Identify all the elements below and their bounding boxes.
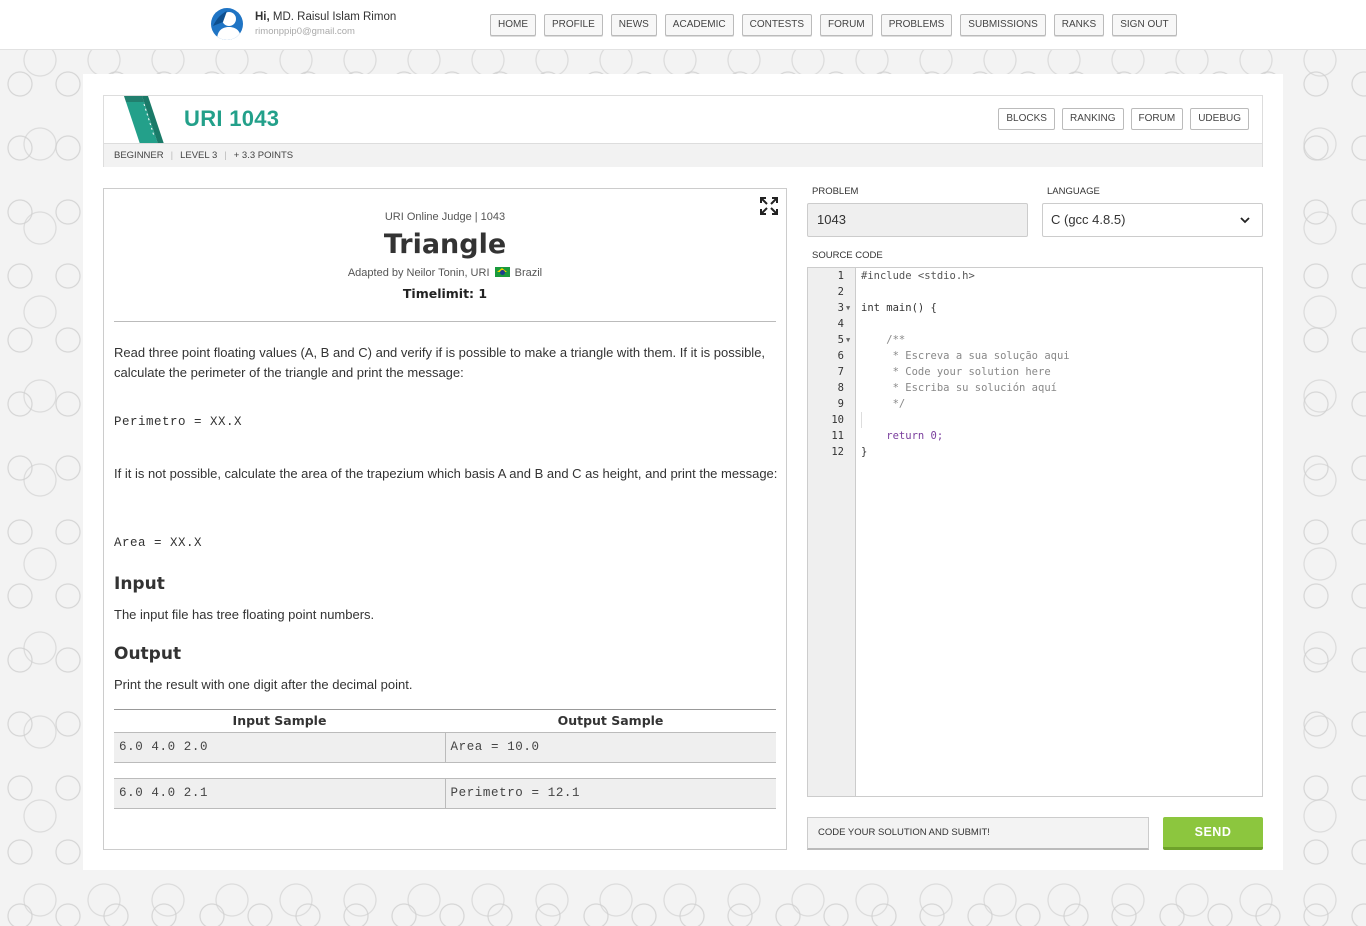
- nav-home[interactable]: HOME: [490, 14, 536, 36]
- output-format-area: Area = XX.X: [114, 536, 203, 550]
- sample-output: Area = 10.0: [444, 733, 777, 762]
- input-text: The input file has tree floating point n…: [114, 607, 375, 622]
- language-label: LANGUAGE: [1047, 186, 1100, 197]
- meta-separator: |: [170, 150, 174, 161]
- problem-code: URI 1043: [184, 106, 280, 131]
- code-line: /**: [861, 334, 906, 346]
- code-line: #include <stdio.h>: [861, 270, 975, 282]
- user-email: rimonppip0@gmail.com: [255, 26, 355, 37]
- code-line: * Code your solution here: [861, 366, 1051, 378]
- send-button[interactable]: SEND: [1163, 817, 1263, 850]
- category-label: BEGINNER: [114, 150, 164, 161]
- country-name: Brazil: [514, 267, 543, 279]
- code-line: }: [861, 446, 868, 458]
- nav-submissions[interactable]: SUBMISSIONS: [960, 14, 1046, 36]
- ranking-button[interactable]: RANKING: [1061, 108, 1124, 130]
- divider: [114, 321, 776, 322]
- problem-title: Triangle: [383, 229, 507, 260]
- code-line: * Escreva a sua solução aqui: [861, 350, 1070, 362]
- line-number: 4: [837, 318, 844, 330]
- output-sample-header: Output Sample: [557, 713, 664, 728]
- meta-separator: |: [224, 150, 227, 161]
- main-nav: HOME PROFILE NEWS ACADEMIC CONTESTS FORU…: [490, 14, 1177, 36]
- output-text: Print the result with one digit after th…: [114, 677, 413, 692]
- forum-button[interactable]: FORUM: [1130, 108, 1184, 130]
- nav-news[interactable]: NEWS: [610, 14, 657, 36]
- language-value: C (gcc 4.8.5): [1051, 212, 1126, 227]
- adapted-by: Adapted by Neilor Tonin, URI Brazil: [104, 267, 786, 279]
- blocks-button[interactable]: BLOCKS: [998, 108, 1055, 130]
- sample-input: 6.0 4.0 2.0: [119, 740, 209, 754]
- nav-sign-out[interactable]: SIGN OUT: [1112, 14, 1177, 36]
- udebug-button[interactable]: UDEBUG: [1190, 108, 1249, 130]
- output-heading: Output: [114, 644, 182, 664]
- user-silhouette-icon: [213, 11, 241, 40]
- user-greeting: Hi, MD. Raisul Islam Rimon: [255, 11, 396, 23]
- input-heading: Input: [114, 574, 165, 594]
- main-container: URI 1043 BLOCKS RANKING FORUM UDEBUG BEG…: [83, 74, 1283, 870]
- user-avatar[interactable]: [211, 8, 243, 40]
- line-number-gutter: 1 2 3 ▼ 4 5 ▼ 6 7 8 9 10 11 12: [808, 268, 856, 796]
- samples-table: Input Sample Output Sample 6.0 4.0 2.0 A…: [114, 709, 776, 809]
- greeting-prefix: Hi,: [255, 11, 270, 23]
- output-format-perimeter: Perimetro = XX.X: [114, 415, 243, 429]
- problem-label: PROBLEM: [812, 186, 859, 197]
- level-one-logo-icon: [124, 96, 174, 144]
- code-line: * Escriba su solución aquí: [861, 382, 1057, 394]
- line-number: 8: [837, 382, 844, 394]
- user-name: MD. Raisul Islam Rimon: [272, 11, 397, 23]
- nav-forum[interactable]: FORUM: [820, 14, 873, 36]
- nav-ranks[interactable]: RANKS: [1053, 14, 1105, 36]
- chevron-down-icon: [1240, 217, 1250, 224]
- fold-arrow-icon[interactable]: ▼: [846, 332, 850, 348]
- code-line: return 0;: [861, 430, 944, 442]
- line-number: 11: [831, 430, 844, 442]
- problem-meta-bar: BEGINNER | LEVEL 3 | + 3.3 POINTS: [104, 143, 1262, 167]
- nav-problems[interactable]: PROBLEMS: [880, 14, 953, 36]
- header-actions: BLOCKS RANKING FORUM UDEBUG: [998, 108, 1249, 130]
- nav-profile[interactable]: PROFILE: [544, 14, 603, 36]
- line-number: 1: [837, 270, 844, 282]
- line-number: 5: [837, 334, 844, 346]
- sample-input: 6.0 4.0 2.1: [119, 786, 209, 800]
- code-line: int main() {: [861, 302, 937, 314]
- problem-description-panel: URI Online Judge | 1043 Triangle Adapted…: [103, 188, 787, 850]
- table-row: 6.0 4.0 2.1 Perimetro = 12.1: [114, 778, 776, 809]
- description-paragraph: Read three point floating values (A, B a…: [114, 345, 766, 380]
- points-label: + 3.3 POINTS: [233, 150, 294, 161]
- brazil-flag-icon: [494, 267, 510, 277]
- description-paragraph: If it is not possible, calculate the are…: [114, 466, 778, 481]
- level-label: LEVEL 3: [180, 150, 218, 161]
- code-line: */: [861, 398, 906, 410]
- line-number: 9: [837, 398, 844, 410]
- judge-line: URI Online Judge | 1043: [384, 211, 506, 223]
- adapted-by-text: Adapted by Neilor Tonin, URI: [347, 267, 490, 279]
- problem-header: URI 1043 BLOCKS RANKING FORUM UDEBUG BEG…: [103, 95, 1263, 167]
- cursor-line: [861, 412, 862, 428]
- line-number: 3: [837, 302, 844, 314]
- nav-contests[interactable]: CONTESTS: [741, 14, 813, 36]
- input-sample-header: Input Sample: [232, 713, 327, 728]
- submit-hint: CODE YOUR SOLUTION AND SUBMIT!: [807, 817, 1149, 850]
- code-editor[interactable]: 1 2 3 ▼ 4 5 ▼ 6 7 8 9 10 11 12 #include …: [807, 267, 1263, 797]
- line-number: 2: [837, 286, 844, 298]
- sample-output: Perimetro = 12.1: [444, 779, 777, 808]
- line-number: 12: [831, 446, 844, 458]
- language-select[interactable]: C (gcc 4.8.5): [1042, 203, 1263, 237]
- line-number: 10: [831, 414, 844, 426]
- fold-arrow-icon[interactable]: ▼: [846, 300, 850, 316]
- nav-academic[interactable]: ACADEMIC: [664, 14, 734, 36]
- top-bar: Hi, MD. Raisul Islam Rimon rimonppip0@gm…: [0, 0, 1366, 50]
- line-number: 7: [837, 366, 844, 378]
- problem-id-input[interactable]: 1043: [807, 203, 1028, 237]
- source-code-label: SOURCE CODE: [812, 250, 883, 261]
- samples-header: Input Sample Output Sample: [114, 709, 776, 732]
- line-number: 6: [837, 350, 844, 362]
- timelimit: Timelimit: 1: [402, 286, 488, 301]
- table-row: 6.0 4.0 2.0 Area = 10.0: [114, 732, 776, 763]
